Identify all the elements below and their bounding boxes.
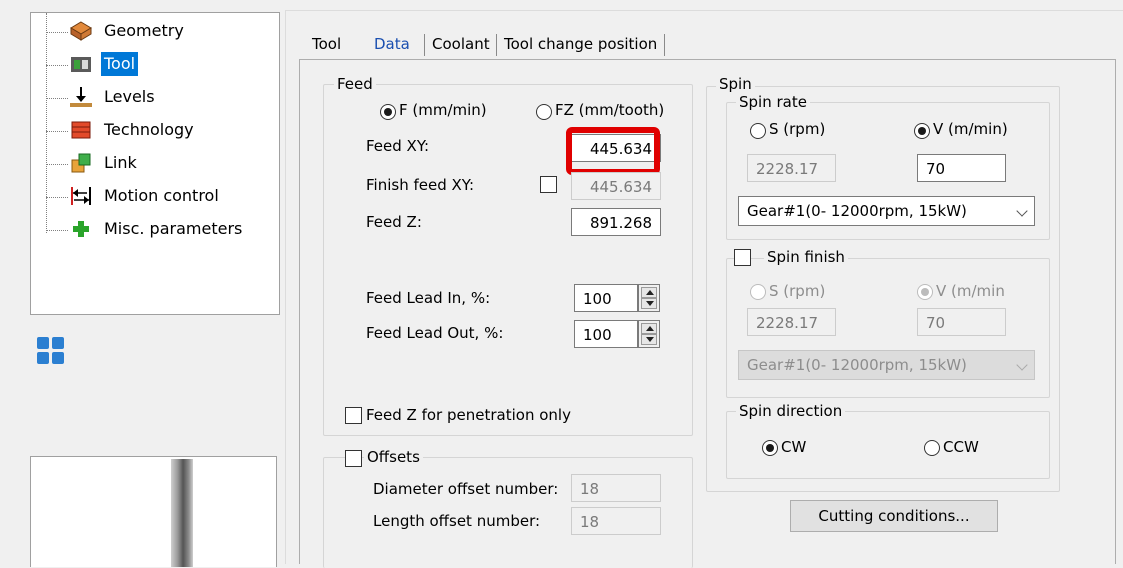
spin-finish-title: Spin finish [764, 248, 848, 266]
chevron-down-icon [1016, 359, 1028, 371]
gear-select-value: Gear#1(0- 12000rpm, 15kW) [747, 202, 967, 220]
tool-preview [30, 456, 277, 567]
finish-feed-xy-input: 445.634 [571, 172, 661, 200]
tree-item-tool[interactable]: Tool [69, 50, 139, 78]
tree-item-misc-parameters[interactable]: Misc. parameters [69, 215, 245, 243]
tree-item-motion-control[interactable]: Motion control [69, 182, 222, 210]
tree-item-levels[interactable]: Levels [69, 83, 158, 111]
offsets-label: Offsets [364, 448, 423, 466]
finish-gear-select-value: Gear#1(0- 12000rpm, 15kW) [747, 356, 967, 374]
spin-direction-title: Spin direction [736, 402, 846, 420]
feed-xy-label: Feed XY: [366, 137, 430, 155]
tree-item-link[interactable]: Link [69, 149, 140, 177]
tree-label-levels: Levels [104, 87, 155, 106]
radio-ccw[interactable] [924, 440, 940, 456]
radio-f-mm-min[interactable] [380, 104, 396, 120]
tab-coolant[interactable]: Coolant [426, 30, 496, 58]
finish-radio-v-label: V (m/min [936, 282, 1005, 300]
spin-rate-title: Spin rate [736, 93, 810, 111]
geometry-icon [69, 19, 93, 43]
finish-radio-s-rpm [750, 284, 766, 300]
tool-shank-image [171, 459, 193, 567]
feed-z-label: Feed Z: [366, 213, 422, 231]
feed-z-penetration-label: Feed Z for penetration only [366, 406, 571, 424]
radio-cw[interactable] [762, 440, 778, 456]
gear-select[interactable]: Gear#1(0- 12000rpm, 15kW) [738, 196, 1035, 226]
tab-tool-change-position[interactable]: Tool change position [498, 30, 663, 58]
radio-ccw-label: CCW [943, 438, 979, 456]
tree-label-link: Link [104, 153, 137, 172]
length-offset-label: Length offset number: [373, 512, 541, 530]
chevron-down-icon [1016, 205, 1028, 217]
radio-cw-label: CW [781, 438, 807, 456]
tree-label-motion-control: Motion control [104, 186, 219, 205]
radio-v-label: V (m/min) [933, 120, 1008, 138]
finish-feed-xy-checkbox[interactable] [540, 176, 557, 193]
tree-label-tool: Tool [101, 52, 139, 76]
tree-label-misc-parameters: Misc. parameters [104, 219, 243, 238]
feed-group-title: Feed [334, 75, 376, 93]
radio-s-label: S (rpm) [769, 120, 826, 138]
tree-item-technology[interactable]: Technology [69, 116, 197, 144]
misc-parameters-icon [69, 217, 93, 241]
feed-lead-out-spinner[interactable] [638, 320, 660, 348]
finish-feed-xy-label: Finish feed XY: [366, 176, 474, 194]
technology-icon [69, 118, 93, 142]
finish-spin-s-input: 2228.17 [747, 308, 836, 336]
spin-group-title: Spin [716, 75, 755, 93]
link-icon [69, 151, 93, 175]
feed-lead-out-label: Feed Lead Out, %: [366, 324, 504, 342]
feed-lead-in-input[interactable]: 100 [574, 284, 638, 312]
cutting-conditions-button[interactable]: Cutting conditions... [790, 500, 998, 532]
tree-label-technology: Technology [104, 120, 194, 139]
feed-lead-out-input[interactable]: 100 [574, 320, 638, 348]
tree-item-geometry[interactable]: Geometry [69, 17, 187, 45]
parameter-tree: Geometry Tool Levels Technology Link Mot… [30, 12, 280, 315]
feed-lead-in-label: Feed Lead In, %: [366, 289, 491, 307]
tab-tool[interactable]: Tool [306, 30, 347, 58]
finish-spin-v-input: 70 [917, 308, 1006, 336]
spin-finish-checkbox[interactable] [734, 249, 751, 266]
levels-icon [69, 85, 93, 109]
radio-fz-label: FZ (mm/tooth) [555, 101, 665, 119]
radio-f-label: F (mm/min) [399, 101, 487, 119]
offsets-checkbox[interactable] [345, 450, 362, 467]
radio-s-rpm[interactable] [750, 123, 766, 139]
tab-separator [664, 34, 665, 56]
motion-control-icon [69, 184, 93, 208]
tab-separator [424, 34, 425, 56]
diameter-offset-input: 18 [571, 474, 661, 502]
finish-radio-s-label: S (rpm) [769, 282, 826, 300]
feed-z-input[interactable]: 891.268 [571, 208, 661, 236]
tab-separator [496, 34, 497, 56]
tree-label-geometry: Geometry [104, 21, 184, 40]
feed-lead-in-spinner[interactable] [638, 284, 660, 312]
radio-fz-mm-tooth[interactable] [536, 104, 552, 120]
finish-gear-select: Gear#1(0- 12000rpm, 15kW) [738, 350, 1035, 380]
feed-xy-highlight [566, 127, 660, 175]
tool-icon [69, 52, 93, 76]
feed-z-penetration-checkbox[interactable] [345, 407, 362, 424]
grid-view-icon[interactable] [36, 336, 66, 366]
spin-v-input[interactable]: 70 [917, 154, 1006, 182]
length-offset-input: 18 [571, 507, 661, 535]
finish-radio-v-m-min [917, 284, 933, 300]
diameter-offset-label: Diameter offset number: [373, 480, 559, 498]
spin-s-input: 2228.17 [747, 154, 836, 182]
tab-data[interactable]: Data [368, 30, 416, 58]
radio-v-m-min[interactable] [914, 123, 930, 139]
